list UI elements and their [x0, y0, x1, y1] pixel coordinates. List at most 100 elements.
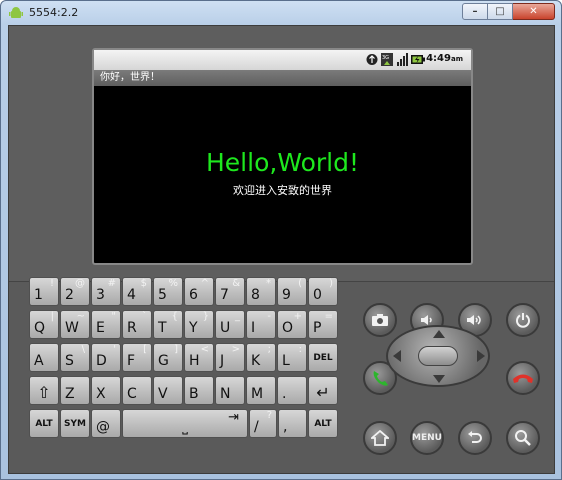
- key-b[interactable]: B: [184, 376, 214, 405]
- key-8[interactable]: 8 *: [246, 277, 276, 306]
- key-t[interactable]: T{: [153, 310, 183, 339]
- key-d[interactable]: D ': [91, 343, 121, 372]
- key-r[interactable]: R `: [122, 310, 152, 339]
- key-i[interactable]: I-: [246, 310, 276, 339]
- key-f[interactable]: F[: [122, 343, 152, 372]
- power-icon: [516, 313, 530, 328]
- dpad-up-icon[interactable]: [433, 330, 445, 338]
- android-icon: [9, 7, 23, 18]
- key-3[interactable]: 3 #: [91, 277, 121, 306]
- key-label: /: [254, 419, 259, 435]
- dpad-right-icon[interactable]: [477, 350, 485, 362]
- key-label: O: [282, 320, 294, 336]
- home-button[interactable]: [363, 421, 397, 455]
- key-1[interactable]: 1!: [29, 277, 59, 306]
- key-label: S: [65, 353, 74, 369]
- key-slash[interactable]: /?: [249, 409, 277, 438]
- menu-button[interactable]: MENU: [410, 421, 444, 455]
- key-5[interactable]: 5%: [153, 277, 183, 306]
- key-alt-label: \: [81, 344, 85, 355]
- emulator-window: 5554:2.2 – □ ✕ 3G 4:49am 你好，世界！ Hello,Wo…: [0, 0, 562, 480]
- signal-strength-icon: [397, 53, 408, 66]
- key-u[interactable]: U _: [215, 310, 245, 339]
- maximize-button[interactable]: □: [488, 3, 513, 20]
- key-label: .: [282, 386, 287, 402]
- key-o[interactable]: O +: [277, 310, 307, 339]
- back-button[interactable]: [458, 421, 492, 455]
- key-label: V: [158, 386, 168, 402]
- key-shift[interactable]: ⇧: [29, 376, 59, 405]
- key-9[interactable]: 9(: [277, 277, 307, 306]
- key-6[interactable]: 6 ^: [184, 277, 214, 306]
- key-s[interactable]: S \: [60, 343, 90, 372]
- key-q[interactable]: Q |: [29, 310, 59, 339]
- key-p[interactable]: P =: [308, 310, 338, 339]
- back-icon: [468, 431, 482, 443]
- key-label: Z: [65, 386, 75, 402]
- key-m[interactable]: M: [246, 376, 276, 405]
- key-del[interactable]: DEL: [308, 343, 338, 372]
- power-button[interactable]: [506, 303, 540, 337]
- key-7[interactable]: 7 &: [215, 277, 245, 306]
- window-title: 5554:2.2: [29, 6, 79, 19]
- key-label: J: [220, 353, 225, 369]
- status-time: 4:49am: [426, 53, 463, 64]
- camera-button[interactable]: [363, 303, 397, 337]
- key-at[interactable]: @: [91, 409, 121, 438]
- key-l[interactable]: L:: [277, 343, 307, 372]
- minimize-button[interactable]: –: [462, 3, 488, 20]
- usb-debug-icon: [366, 54, 378, 65]
- search-icon: [515, 430, 531, 446]
- network-3g-icon: 3G: [381, 53, 393, 66]
- key-alt-right[interactable]: ALT: [308, 409, 338, 438]
- key-label: 5: [158, 287, 167, 303]
- key-a[interactable]: A: [29, 343, 59, 372]
- hello-text: Hello,World!: [206, 148, 359, 177]
- key-sym[interactable]: SYM: [60, 409, 90, 438]
- end-call-button[interactable]: [506, 361, 540, 395]
- key-j[interactable]: J >: [215, 343, 245, 372]
- key-v[interactable]: V: [153, 376, 183, 405]
- key-label: 4: [127, 287, 136, 303]
- phone-screen[interactable]: 3G 4:49am 你好，世界！ Hello,World! 欢迎进入安致的世界: [92, 48, 473, 265]
- key-0[interactable]: 0): [308, 277, 338, 306]
- key-label: D: [96, 353, 107, 369]
- dpad-left-icon[interactable]: [393, 350, 401, 362]
- key-comma[interactable]: ,: [278, 409, 307, 438]
- key-e[interactable]: E ": [91, 310, 121, 339]
- dpad[interactable]: [386, 325, 490, 387]
- key-period[interactable]: .: [277, 376, 307, 405]
- key-space[interactable]: ⎵ ⇥: [122, 409, 248, 438]
- key-w[interactable]: W ~: [60, 310, 90, 339]
- key-alt-label: <: [200, 344, 209, 355]
- key-n[interactable]: N: [215, 376, 245, 405]
- key-enter[interactable]: ↵: [308, 376, 338, 405]
- key-label: W: [65, 320, 79, 336]
- status-bar: 3G 4:49am: [94, 50, 471, 70]
- key-g[interactable]: G]: [153, 343, 183, 372]
- key-2[interactable]: 2 @: [60, 277, 90, 306]
- key-label: A: [34, 353, 44, 369]
- key-alt-label: %: [168, 278, 178, 289]
- key-label: 2: [65, 287, 74, 303]
- key-alt-left[interactable]: ALT: [29, 409, 59, 438]
- key-y[interactable]: Y}: [184, 310, 214, 339]
- key-h[interactable]: H <: [184, 343, 214, 372]
- close-button[interactable]: ✕: [513, 3, 555, 20]
- key-label: 7: [220, 287, 229, 303]
- key-4[interactable]: 4 $: [122, 277, 152, 306]
- key-z[interactable]: Z: [60, 376, 90, 405]
- search-button[interactable]: [506, 421, 540, 455]
- key-alt-label: `: [142, 311, 147, 322]
- key-c[interactable]: C: [122, 376, 152, 405]
- key-k[interactable]: K;: [246, 343, 276, 372]
- key-label: @: [96, 419, 110, 435]
- dpad-center-button[interactable]: [418, 346, 458, 366]
- key-label: ALT: [35, 419, 53, 429]
- key-alt-label: +: [293, 311, 302, 322]
- key-alt-label: !: [49, 278, 54, 289]
- key-label: F: [127, 353, 136, 369]
- key-alt-label: @: [75, 278, 85, 289]
- key-x[interactable]: X: [91, 376, 121, 405]
- dpad-down-icon[interactable]: [433, 375, 445, 383]
